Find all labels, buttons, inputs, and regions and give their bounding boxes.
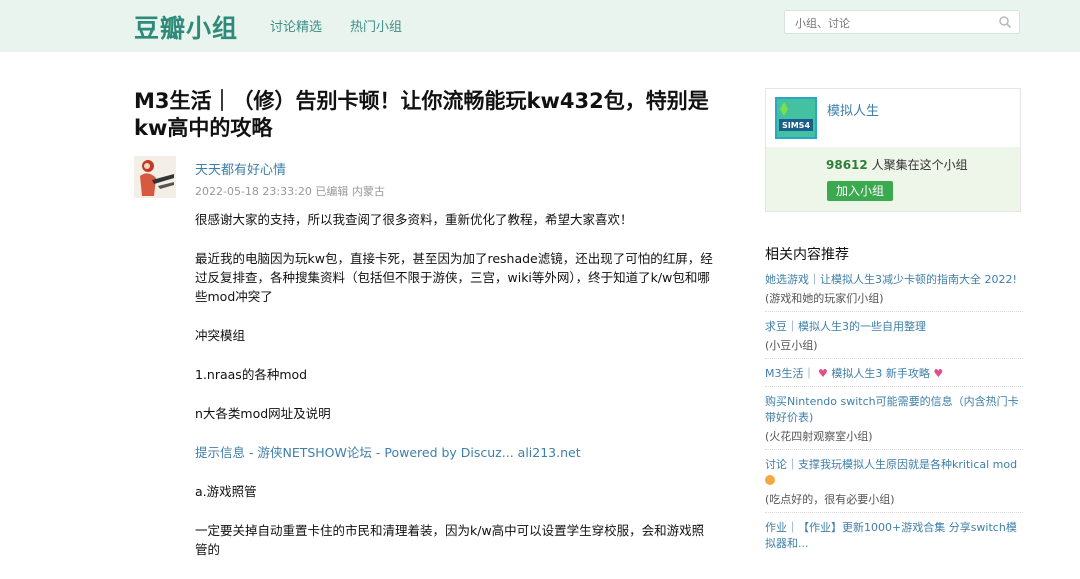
related-link[interactable]: 讨论｜支撑我玩模拟人生原因就是各种kritical mod	[765, 457, 1023, 489]
related-item: 她选游戏｜让模拟人生3减少卡顿的指南大全 2022! (游戏和她的玩家们小组)	[765, 272, 1023, 312]
group-card-footer: 98612 人聚集在这个小组 加入小组	[766, 147, 1020, 211]
related-link-text: 模拟人生3 新手攻略	[831, 367, 930, 380]
group-name[interactable]: 模拟人生	[827, 100, 879, 119]
related-item: 讨论｜支撑我玩模拟人生原因就是各种kritical mod (吃点好的，很有必要…	[765, 457, 1023, 513]
reference-link-3[interactable]: Powered by Discuz...	[384, 445, 513, 460]
related-link[interactable]: 求豆｜模拟人生3的一些自用整理	[765, 319, 1023, 335]
post-paragraph: 最近我的电脑因为玩kw包，直接卡死，甚至因为加了reshade滤镜，还出现了可怕…	[195, 251, 713, 304]
related-item: 求豆｜模拟人生3的一些自用整理 (小豆小组)	[765, 319, 1023, 359]
post-title: M3生活｜（修）告别卡顿！让你流畅能玩kw432包，特别是kw高中的攻略	[134, 89, 709, 140]
related-link[interactable]: 购买Nintendo switch可能需要的信息（内含热门卡带好价表)	[765, 394, 1023, 426]
author-name[interactable]: 天天都有好心情	[195, 159, 286, 178]
reference-link-line: 提示信息 - 游侠NETSHOW论坛 - Powered by Discuz..…	[195, 443, 715, 462]
search-box	[784, 10, 1020, 35]
post-paragraph: a.游戏照管	[195, 484, 257, 499]
group-member-count: 98612 人聚集在这个小组	[826, 156, 968, 173]
nav-featured-discussions[interactable]: 讨论精选	[270, 16, 322, 35]
related-list: 她选游戏｜让模拟人生3减少卡顿的指南大全 2022! (游戏和她的玩家们小组) …	[765, 272, 1023, 563]
post-paragraph: 很感谢大家的支持，所以我查阅了很多资料，重新优化了教程，希望大家喜欢！	[195, 212, 633, 227]
post-paragraph: 1.nraas的各种mod	[195, 367, 308, 382]
post-paragraph: 冲突模组	[195, 328, 246, 343]
laughing-face-icon	[765, 475, 775, 485]
reference-link-2[interactable]: 游侠NETSHOW论坛 -	[257, 445, 380, 460]
group-card-header: SIMS4 模拟人生	[766, 89, 1020, 147]
avatar-illustration-icon	[134, 156, 176, 198]
post-meta: 2022-05-18 23:33:20 已编辑 内蒙古	[195, 185, 385, 198]
related-link[interactable]: 作业｜【作业】更新1000+游戏合集 分享switch模拟器和...	[765, 520, 1023, 552]
related-link[interactable]: M3生活｜ ♥ 模拟人生3 新手攻略 ♥	[765, 366, 1023, 382]
post-body: 很感谢大家的支持，所以我查阅了很多资料，重新优化了教程，希望大家喜欢！ 最近我的…	[195, 210, 715, 579]
related-link-prefix: M3生活｜	[765, 367, 815, 380]
post-paragraph: n大各类mod网址及说明	[195, 406, 331, 421]
post-paragraph: 一定要关掉自动重置卡住的市民和清理着装，因为k/w高中可以设置学生穿校服，会和游…	[195, 523, 705, 557]
member-count-suffix: 人聚集在这个小组	[871, 158, 968, 172]
sims4-group-icon[interactable]: SIMS4	[775, 97, 817, 139]
related-group[interactable]: (小豆小组)	[765, 338, 1023, 354]
related-item: 作业｜【作业】更新1000+游戏合集 分享switch模拟器和...	[765, 520, 1023, 556]
member-count-number: 98612	[826, 158, 868, 172]
related-group[interactable]: (吃点好的，很有必要小组)	[765, 492, 1023, 508]
related-link[interactable]: 她选游戏｜让模拟人生3减少卡顿的指南大全 2022!	[765, 272, 1023, 288]
heart-icon: ♥	[933, 367, 944, 380]
related-link-text: 讨论｜支撑我玩模拟人生原因就是各种kritical mod	[765, 458, 1018, 471]
nav-popular-groups[interactable]: 热门小组	[350, 16, 402, 35]
author-avatar[interactable]	[134, 156, 176, 198]
group-card: SIMS4 模拟人生 98612 人聚集在这个小组 加入小组	[765, 88, 1021, 212]
reference-link-4[interactable]: ali213.net	[518, 445, 581, 460]
reference-link-1[interactable]: 提示信息 -	[195, 445, 253, 460]
related-group[interactable]: (火花四射观察室小组)	[765, 429, 1023, 445]
search-icon[interactable]	[998, 15, 1012, 29]
search-input[interactable]	[793, 11, 997, 35]
join-group-button[interactable]: 加入小组	[827, 181, 894, 201]
related-item: 购买Nintendo switch可能需要的信息（内含热门卡带好价表) (火花四…	[765, 394, 1023, 450]
top-nav: 豆瓣小组 讨论精选 热门小组	[0, 0, 1080, 52]
sims4-logo-text: SIMS4	[782, 121, 810, 130]
related-title: 相关内容推荐	[765, 247, 849, 263]
related-group[interactable]: (游戏和她的玩家们小组)	[765, 291, 1023, 307]
heart-icon: ♥	[818, 367, 828, 380]
related-item: M3生活｜ ♥ 模拟人生3 新手攻略 ♥	[765, 366, 1023, 387]
douban-group-logo[interactable]: 豆瓣小组	[134, 9, 238, 45]
